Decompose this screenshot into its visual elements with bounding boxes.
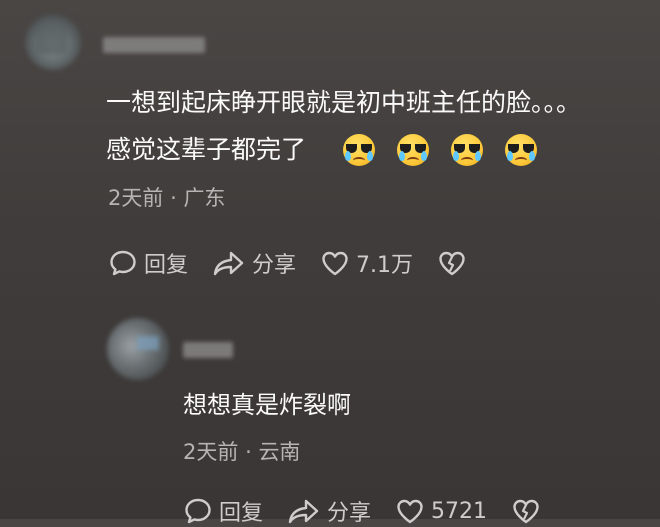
reply-label: 回复 — [144, 253, 189, 278]
share-label: 分享 — [327, 501, 372, 526]
like-count: 7.1万 — [356, 253, 414, 278]
share-arrow-icon — [213, 251, 244, 276]
reply-label: 回复 — [219, 501, 264, 526]
share-button[interactable]: 分享 — [212, 247, 296, 279]
crying-cool-emoji-icon — [448, 131, 486, 169]
comment-emoji-row — [340, 131, 540, 169]
meta-separator: · — [245, 440, 252, 464]
like-button[interactable]: 7.1万 — [320, 247, 413, 279]
reply-bubble-icon — [110, 250, 136, 276]
replier-name-blurred[interactable] — [183, 342, 233, 358]
heart-icon — [397, 499, 423, 524]
comment-text-line2: 感觉这辈子都完了 — [106, 135, 307, 164]
commenter-name-blurred[interactable] — [103, 37, 205, 53]
comment-time: 2天前 — [108, 186, 164, 210]
reply-button[interactable]: 回复 — [108, 247, 188, 279]
replier-avatar[interactable] — [107, 318, 169, 380]
comment-location: 广东 — [183, 186, 226, 210]
share-label: 分享 — [252, 253, 297, 278]
broken-heart-icon — [439, 251, 465, 276]
commenter-avatar[interactable] — [25, 14, 81, 70]
crying-cool-emoji-icon — [394, 131, 432, 169]
crying-cool-emoji-icon — [340, 131, 378, 169]
reply-location: 云南 — [258, 440, 301, 464]
reply-share-button[interactable]: 分享 — [287, 495, 371, 527]
share-arrow-icon — [288, 499, 319, 524]
reply-reply-button[interactable]: 回复 — [183, 495, 263, 527]
reply-meta: 2天前 · 云南 — [183, 436, 300, 466]
dislike-button[interactable] — [437, 248, 467, 278]
comment-actions: 回复 分享 7.1万 — [108, 247, 491, 279]
reply-like-button[interactable]: 5721 — [395, 496, 487, 526]
crying-cool-emoji-icon — [502, 131, 540, 169]
reply-actions: 回复 分享 5721 — [183, 495, 565, 527]
like-count: 5721 — [431, 498, 488, 524]
heart-icon — [322, 251, 348, 276]
reply-dislike-button[interactable] — [511, 496, 541, 526]
reply-bubble-icon — [185, 498, 211, 524]
reply-time: 2天前 — [183, 440, 239, 464]
meta-separator: · — [170, 186, 177, 210]
comment-text-line1: 一想到起床睁开眼就是初中班主任的脸。。。 — [106, 88, 582, 117]
reply-text: 想想真是炸裂啊 — [183, 391, 351, 419]
comment-meta: 2天前 · 广东 — [108, 182, 225, 212]
broken-heart-icon — [513, 499, 539, 524]
